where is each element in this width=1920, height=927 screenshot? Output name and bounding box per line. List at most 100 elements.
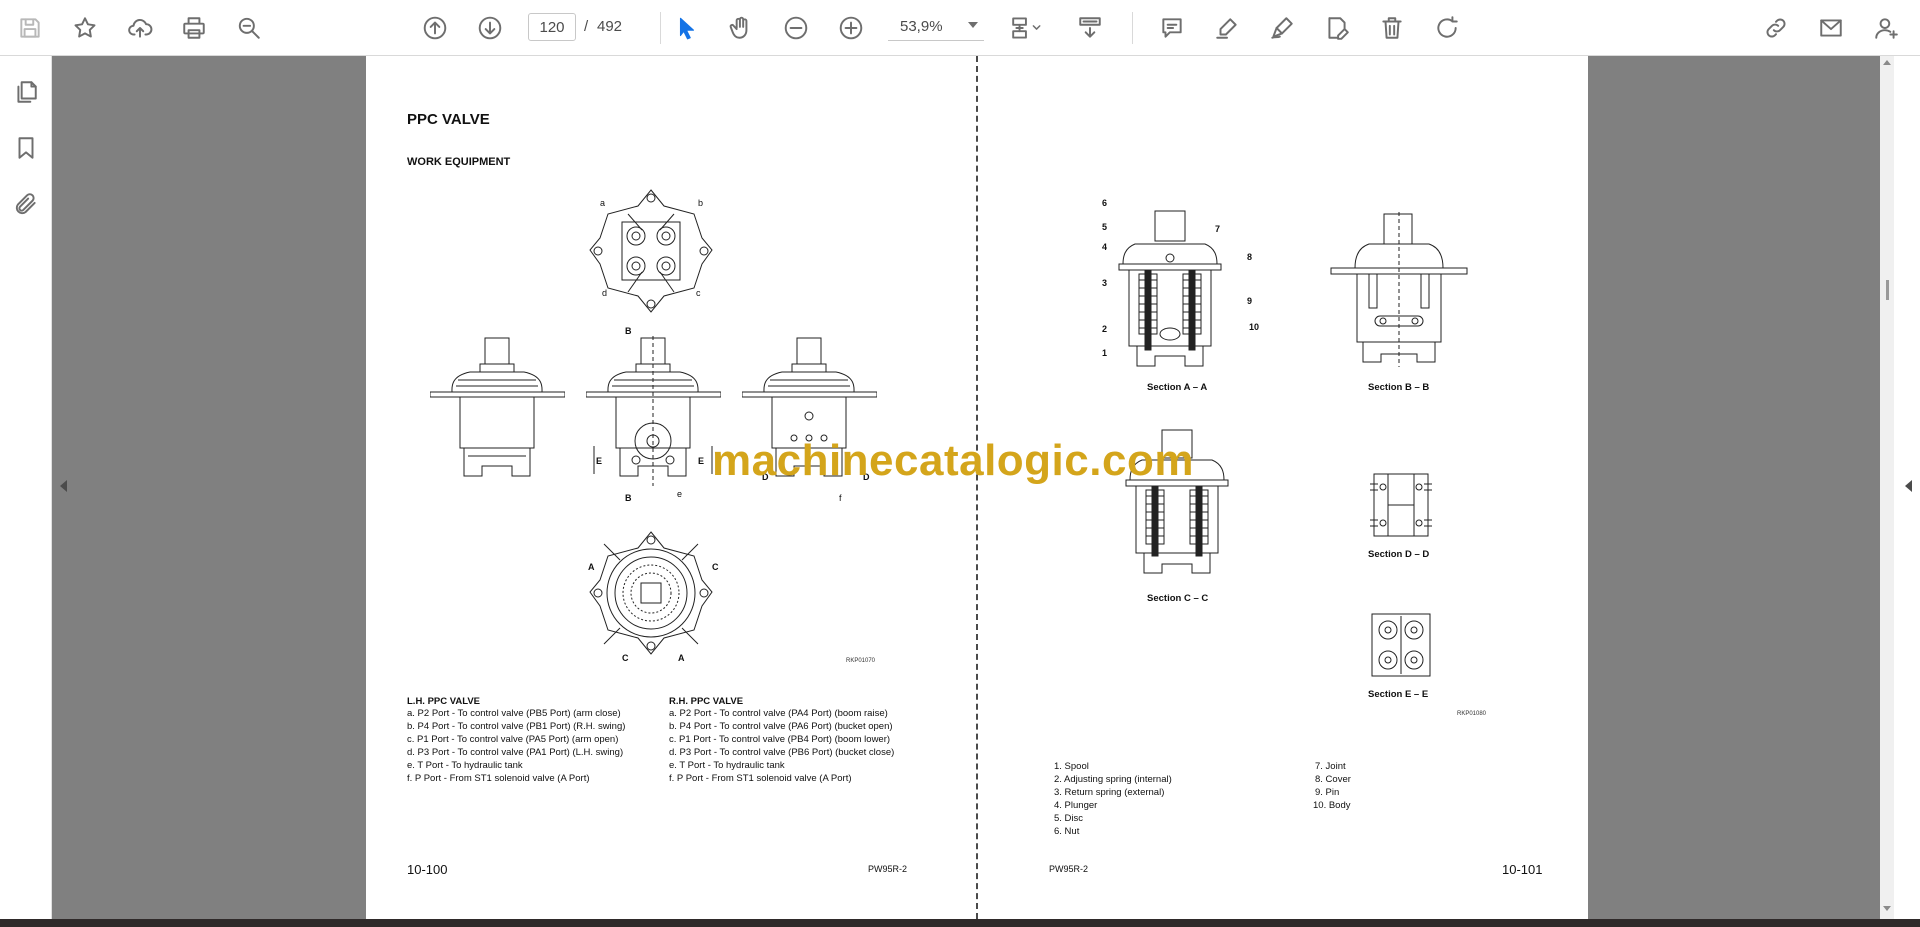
select-arrow-icon[interactable] bbox=[669, 10, 705, 46]
chevron-down-icon bbox=[968, 22, 978, 28]
bookmark-icon[interactable] bbox=[8, 130, 44, 166]
callout-3: 3 bbox=[1102, 278, 1108, 288]
page-number: 10-100 bbox=[407, 862, 448, 877]
section-mark-a-bottom: A bbox=[678, 653, 685, 663]
zoom-out-icon[interactable] bbox=[778, 10, 814, 46]
upload-cloud-icon[interactable] bbox=[122, 10, 158, 46]
draw-pen-icon[interactable] bbox=[1264, 10, 1300, 46]
callout-6: 6 bbox=[1102, 198, 1108, 208]
page-up-icon[interactable] bbox=[417, 10, 453, 46]
page-number-input[interactable] bbox=[528, 13, 576, 41]
port-label-d: d bbox=[602, 288, 608, 298]
rh-legend-row: c. P1 Port - To control valve (PB4 Port)… bbox=[669, 734, 891, 745]
pdf-page-right: 6 5 4 3 2 1 7 8 9 10 Section A – A Secti… bbox=[977, 56, 1588, 919]
callout-10: 10 bbox=[1249, 322, 1260, 332]
section-caption-b-b: Section B – B bbox=[1368, 382, 1430, 393]
collapse-left-panel-icon[interactable] bbox=[60, 480, 67, 492]
scroll-mode-icon[interactable] bbox=[1072, 10, 1108, 46]
attachment-icon[interactable] bbox=[8, 186, 44, 222]
rh-legend-heading: R.H. PPC VALVE bbox=[669, 696, 744, 707]
zoom-select[interactable]: 53,9% bbox=[888, 13, 984, 41]
page-down-icon[interactable] bbox=[472, 10, 508, 46]
callout-9: 9 bbox=[1247, 296, 1253, 306]
scroll-up-icon[interactable] bbox=[1883, 60, 1891, 65]
parts-list-item: 7. Joint bbox=[1315, 761, 1346, 772]
port-label-a: a bbox=[600, 198, 606, 208]
callout-4: 4 bbox=[1102, 242, 1108, 252]
account-icon[interactable] bbox=[1868, 10, 1904, 46]
parts-list-item: 1. Spool bbox=[1054, 761, 1089, 772]
section-mark-a-top: A bbox=[588, 562, 595, 572]
callout-2: 2 bbox=[1102, 324, 1108, 334]
share-link-icon[interactable] bbox=[1758, 10, 1794, 46]
lh-legend-row: c. P1 Port - To control valve (PA5 Port)… bbox=[407, 734, 619, 745]
lh-legend-row: a. P2 Port - To control valve (PB5 Port)… bbox=[407, 708, 621, 719]
left-side-rail bbox=[0, 56, 52, 927]
mail-icon[interactable] bbox=[1813, 10, 1849, 46]
rh-legend-row: d. P3 Port - To control valve (PB6 Port)… bbox=[669, 747, 895, 758]
print-icon[interactable] bbox=[176, 10, 212, 46]
rh-legend-row: f. P Port - From ST1 solenoid valve (A P… bbox=[669, 773, 852, 784]
collapse-right-panel-icon[interactable] bbox=[1905, 480, 1912, 492]
section-e-e-drawing bbox=[1366, 610, 1436, 680]
section-mark-b-top: B bbox=[625, 326, 632, 336]
lh-legend-row: f. P Port - From ST1 solenoid valve (A P… bbox=[407, 773, 590, 784]
save-icon[interactable] bbox=[12, 10, 48, 46]
zoom-in-icon[interactable] bbox=[833, 10, 869, 46]
vertical-scrollbar[interactable] bbox=[1880, 56, 1894, 919]
bookmark-star-icon[interactable] bbox=[67, 10, 103, 46]
valve-bottom-view-drawing bbox=[584, 526, 719, 661]
fit-page-icon[interactable] bbox=[1003, 10, 1051, 46]
model-code: PW95R-2 bbox=[868, 864, 908, 874]
port-label-e: e bbox=[677, 489, 683, 499]
model-code: PW95R-2 bbox=[1049, 864, 1089, 874]
drawing-code: RKP01070 bbox=[846, 658, 876, 664]
lh-legend-row: e. T Port - To hydraulic tank bbox=[407, 760, 523, 771]
callout-5: 5 bbox=[1102, 222, 1108, 232]
page-spread-divider bbox=[976, 56, 978, 919]
scroll-down-icon[interactable] bbox=[1883, 906, 1891, 911]
watermark-text: machinecatalogic.com bbox=[712, 436, 1194, 485]
section-caption-a-a: Section A – A bbox=[1147, 382, 1208, 393]
search-zoom-icon[interactable] bbox=[231, 10, 267, 46]
parts-list-item: 5. Disc bbox=[1054, 813, 1084, 824]
fill-sign-icon[interactable] bbox=[1319, 10, 1355, 46]
valve-side-view-left-drawing bbox=[429, 336, 566, 486]
page-number: 10-101 bbox=[1502, 862, 1543, 877]
parts-list-item: 3. Return spring (external) bbox=[1054, 787, 1165, 798]
lh-legend-heading: L.H. PPC VALVE bbox=[407, 696, 481, 707]
taskbar-strip bbox=[0, 919, 1920, 927]
section-mark-e-right: E bbox=[698, 456, 705, 466]
rh-legend-row: e. T Port - To hydraulic tank bbox=[669, 760, 785, 771]
section-mark-e-left: E bbox=[596, 456, 603, 466]
parts-list-item: 8. Cover bbox=[1315, 774, 1351, 785]
lh-legend-row: d. P3 Port - To control valve (PA1 Port)… bbox=[407, 747, 624, 758]
page-title: PPC VALVE bbox=[407, 111, 490, 128]
port-label-b: b bbox=[698, 198, 704, 208]
lh-legend-row: b. P4 Port - To control valve (PB1 Port)… bbox=[407, 721, 626, 732]
delete-icon[interactable] bbox=[1374, 10, 1410, 46]
section-mark-c-top: C bbox=[712, 562, 719, 572]
rotate-icon[interactable] bbox=[1429, 10, 1465, 46]
hand-icon[interactable] bbox=[723, 10, 759, 46]
pages-icon[interactable] bbox=[8, 74, 44, 110]
parts-list-item: 10. Body bbox=[1313, 800, 1351, 811]
section-caption-c-c: Section C – C bbox=[1147, 593, 1209, 604]
parts-list-item: 6. Nut bbox=[1054, 826, 1080, 837]
main-toolbar: / 492 53,9% bbox=[0, 0, 1920, 56]
page-separator: / bbox=[584, 18, 589, 35]
section-a-a-drawing bbox=[1115, 206, 1225, 371]
zoom-value: 53,9% bbox=[900, 18, 943, 35]
section-d-d-drawing bbox=[1366, 470, 1436, 540]
highlight-pen-icon[interactable] bbox=[1209, 10, 1245, 46]
comment-icon[interactable] bbox=[1154, 10, 1190, 46]
section-mark-c-bottom: C bbox=[622, 653, 629, 663]
parts-list-item: 9. Pin bbox=[1315, 787, 1340, 798]
toolbar-divider bbox=[660, 12, 661, 44]
drawing-code: RKP01080 bbox=[1457, 711, 1487, 717]
callout-1: 1 bbox=[1102, 348, 1108, 358]
section-caption-e-e: Section E – E bbox=[1368, 689, 1429, 700]
port-label-c: c bbox=[696, 288, 701, 298]
toolbar-divider bbox=[1132, 12, 1133, 44]
scrollbar-thumb[interactable] bbox=[1886, 280, 1889, 300]
